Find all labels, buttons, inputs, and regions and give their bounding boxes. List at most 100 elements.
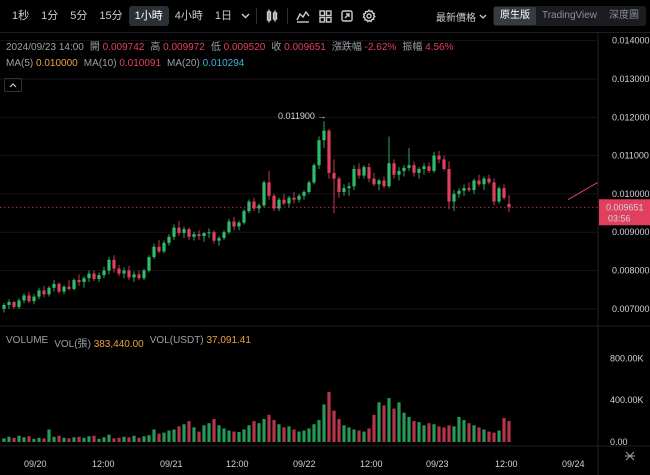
- candle-body: [67, 286, 71, 289]
- volume-axis-label: 400.00K: [610, 395, 644, 405]
- volume-label: VOLUME: [6, 335, 49, 346]
- candle-body: [132, 274, 136, 278]
- interval-1d[interactable]: 1日: [209, 6, 238, 26]
- candle-body: [192, 234, 196, 237]
- candle-body: [462, 188, 466, 191]
- candle-body: [332, 172, 336, 179]
- candle-body: [172, 227, 176, 237]
- candle-body: [367, 167, 371, 179]
- candle-body: [137, 274, 141, 279]
- price-axis-label: 0.014000: [612, 36, 650, 46]
- candle-body: [17, 300, 21, 307]
- volume-bar: [177, 426, 181, 442]
- candle-body: [402, 167, 406, 171]
- candle-body: [177, 227, 181, 233]
- change-label: 漲跌幅: [331, 42, 362, 53]
- view-native[interactable]: 原生版: [493, 7, 536, 25]
- time-axis-label: 09/24: [562, 459, 585, 469]
- interval-1h[interactable]: 1小時: [128, 6, 169, 26]
- candle-type-icon[interactable]: [261, 6, 283, 26]
- view-depth[interactable]: 深度圖: [603, 7, 645, 25]
- candle-body: [122, 270, 126, 274]
- volume-legend: VOLUME VOL(張) 383,440.00 VOL(USDT) 37,09…: [6, 335, 251, 350]
- volume-bar: [57, 435, 61, 442]
- volume-bar: [207, 423, 211, 442]
- interval-4h[interactable]: 4小時: [169, 6, 209, 26]
- volume-bar: [487, 431, 491, 442]
- candlestick-chart[interactable]: 0.014000 0.013000 0.012000 0.011000 0.010000…: [0, 33, 650, 475]
- volume-bar: [122, 436, 126, 442]
- volume-bar: [417, 422, 421, 442]
- candle-body: [297, 195, 301, 200]
- candle-body: [52, 283, 56, 288]
- volume-bar: [152, 429, 156, 442]
- view-tradingview[interactable]: TradingView: [536, 7, 603, 25]
- open-value: 0.009742: [102, 42, 145, 53]
- indicators-icon[interactable]: [292, 6, 314, 26]
- interval-15m[interactable]: 15分: [93, 6, 128, 26]
- volume-bar: [7, 436, 11, 442]
- volume-bar: [387, 398, 391, 442]
- candle-body: [412, 165, 416, 173]
- interval-1m[interactable]: 1分: [35, 6, 64, 26]
- grid-layout-icon[interactable]: [314, 6, 336, 26]
- volume-bar: [192, 427, 196, 442]
- volume-bar: [372, 414, 376, 442]
- candle-body: [62, 286, 66, 292]
- time-axis-label: 09/21: [160, 459, 183, 469]
- volume-bar: [37, 437, 41, 442]
- volume-bar: [72, 437, 76, 442]
- toolbar-divider: [256, 8, 257, 24]
- chevron-down-icon[interactable]: [238, 13, 252, 19]
- open-label: 開: [89, 42, 100, 53]
- candle-body: [372, 178, 376, 185]
- volume-bar: [332, 410, 336, 442]
- candle-body: [22, 295, 26, 301]
- candle-body: [492, 182, 496, 202]
- candle-body: [147, 257, 151, 271]
- candle-body: [212, 232, 216, 241]
- candle-body: [37, 290, 41, 297]
- candle-body: [317, 140, 321, 166]
- volume-bar: [227, 430, 231, 442]
- candle-body: [87, 273, 91, 279]
- volume-bar: [327, 391, 331, 442]
- volume-bar: [362, 431, 366, 442]
- legend-collapse-button[interactable]: [4, 78, 22, 92]
- volume-bar: [287, 426, 291, 442]
- candle-body: [452, 193, 456, 202]
- volume-bar: [297, 431, 301, 442]
- candle-body: [352, 169, 356, 187]
- candle-body: [447, 169, 451, 202]
- volume-bar: [282, 427, 286, 442]
- candle-body: [397, 170, 401, 175]
- interval-1s[interactable]: 1秒: [6, 6, 35, 26]
- volume-bar: [17, 435, 21, 442]
- candle-body: [152, 246, 156, 258]
- drawing-tools-icon[interactable]: [336, 6, 358, 26]
- change-value: -2.62%: [364, 42, 397, 53]
- candle-body: [42, 290, 46, 295]
- close-label: 收: [271, 42, 282, 53]
- candle-body: [507, 203, 511, 208]
- candle-body: [427, 166, 431, 171]
- candle-countdown: 03:56: [608, 213, 631, 223]
- volume-bar: [87, 436, 91, 442]
- candle-body: [302, 191, 306, 196]
- volume-bar: [407, 416, 411, 442]
- price-axis-label: 0.011000: [612, 151, 649, 161]
- volume-bar: [462, 420, 466, 442]
- time-axis-label: 12:00: [226, 459, 249, 469]
- gear-icon[interactable]: [358, 6, 380, 26]
- axis-settings-icon[interactable]: [624, 449, 636, 467]
- price-type-select[interactable]: 最新價格: [436, 9, 487, 24]
- candle-body: [247, 201, 251, 212]
- chevron-down-icon: [479, 14, 487, 19]
- interval-5m[interactable]: 5分: [64, 6, 93, 26]
- volume-bar: [257, 423, 261, 442]
- candle-body: [392, 163, 396, 175]
- volume-bar: [337, 419, 341, 442]
- candle-body: [482, 178, 486, 185]
- volume-bar: [182, 424, 186, 442]
- volume-bar: [242, 429, 246, 442]
